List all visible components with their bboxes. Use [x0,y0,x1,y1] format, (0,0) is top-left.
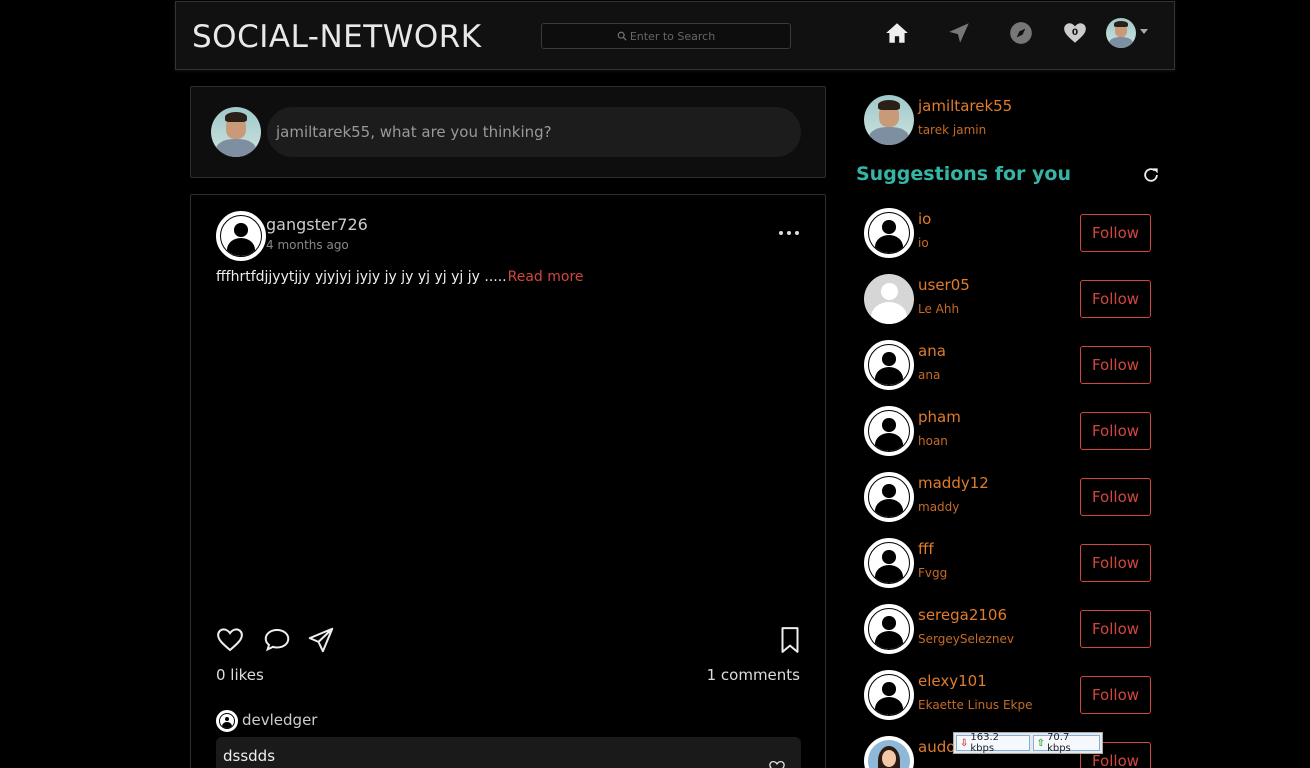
search-input[interactable]: Enter to Search [541,23,791,49]
suggestion-fullname: Ekaette Linus Ekpe [918,698,1033,712]
suggestion-item: user05 Le Ahh Follow [864,274,1154,334]
suggestion-item: elexy101 Ekaette Linus Ekpe Follow [864,670,1154,730]
suggestion-username[interactable]: fff [918,540,934,558]
suggestion-username[interactable]: io [918,210,931,228]
upload-speed: ⇧ 70.7 kbps [1032,732,1100,754]
more-icon[interactable] [779,223,799,243]
read-more-link[interactable]: Read more [508,269,584,285]
avatar[interactable] [864,670,914,720]
comment-bubble: dssdds [216,737,801,768]
home-icon[interactable] [883,19,911,47]
share-icon[interactable] [306,625,336,655]
suggestion-fullname: hoan [918,434,948,448]
notification-count: 0 [1071,28,1079,38]
avatar[interactable] [864,406,914,456]
composer-input[interactable]: jamiltarek55, what are you thinking? [267,107,801,157]
suggestion-fullname: maddy [918,500,960,514]
like-count[interactable]: 0 likes [216,666,264,684]
refresh-icon[interactable] [1141,165,1161,185]
comment-author-name[interactable]: devledger [242,711,317,729]
suggestion-item: io io Follow [864,208,1154,268]
current-user-name[interactable]: jamiltarek55 [918,97,1012,115]
suggestion-username[interactable]: pham [918,408,961,426]
send-icon[interactable] [945,19,973,47]
network-monitor: ⇩ 163.2 kbps ⇧ 70.7 kbps [953,732,1103,754]
post-body: fffhrtfdjjyytjjy yjyjyj jyjy jy jy yj yj… [216,269,584,285]
suggestion-item: pham hoan Follow [864,406,1154,466]
suggestion-item: ana ana Follow [864,340,1154,400]
caret-down-icon[interactable] [1140,29,1148,34]
post-composer: jamiltarek55, what are you thinking? [190,86,826,178]
post-author-avatar[interactable] [216,211,266,261]
comment-like-icon[interactable] [768,759,786,768]
suggestion-fullname: ana [918,368,941,382]
search-icon [617,31,627,41]
avatar[interactable] [864,340,914,390]
follow-button[interactable]: Follow [1080,610,1151,648]
post-time: 4 months ago [266,238,349,252]
suggestion-username[interactable]: audo [918,738,955,756]
suggestion-item: fff Fvgg Follow [864,538,1154,598]
post-author-name[interactable]: gangster726 [266,215,368,234]
follow-button[interactable]: Follow [1080,346,1151,384]
follow-button[interactable]: Follow [1080,214,1151,252]
follow-button[interactable]: Follow [1080,478,1151,516]
avatar[interactable] [864,604,914,654]
suggestion-username[interactable]: ana [918,342,946,360]
suggestion-fullname: io [918,236,929,250]
top-navbar: SOCIAL-NETWORK Enter to Search 0 [175,1,1175,70]
suggestion-username[interactable]: elexy101 [918,672,987,690]
post-card: gangster726 4 months ago fffhrtfdjjyytjj… [190,194,826,768]
follow-button[interactable]: Follow [1080,544,1151,582]
comment-author-avatar [216,710,238,732]
suggestion-item: maddy12 maddy Follow [864,472,1154,532]
suggestion-fullname: Le Ahh [918,302,960,316]
search-placeholder: Enter to Search [629,29,716,43]
suggestion-item: serega2106 SergeySeleznev Follow [864,604,1154,664]
avatar[interactable] [864,736,914,768]
upload-arrow-icon: ⇧ [1036,737,1046,749]
post-text: fffhrtfdjjyytjjy yjyjyj jyjy jy jy yj yj… [216,269,507,285]
brand-logo[interactable]: SOCIAL-NETWORK [192,19,482,55]
like-icon[interactable] [215,625,245,655]
comment-count[interactable]: 1 comments [707,666,800,684]
current-user-fullname: tarek jamin [918,123,987,137]
comment-text: dssdds [223,747,276,765]
avatar[interactable] [864,538,914,588]
download-arrow-icon: ⇩ [960,737,969,749]
compass-icon[interactable] [1007,19,1035,47]
avatar[interactable] [864,274,914,324]
avatar[interactable] [864,208,914,258]
suggestion-username[interactable]: maddy12 [918,474,989,492]
suggestion-username[interactable]: user05 [918,276,970,294]
comment-icon[interactable] [262,625,292,655]
bookmark-icon[interactable] [775,625,805,655]
avatar [211,107,261,157]
follow-button[interactable]: Follow [1080,412,1151,450]
download-speed: ⇩ 163.2 kbps [956,732,1030,754]
suggestion-username[interactable]: serega2106 [918,606,1007,624]
suggestions-title: Suggestions for you [856,163,1071,185]
suggestion-fullname: SergeySeleznev [918,632,1014,646]
avatar[interactable] [864,472,914,522]
follow-button[interactable]: Follow [1080,280,1151,318]
current-user-avatar[interactable] [864,95,914,145]
suggestion-fullname: Fvgg [918,566,948,580]
profile-avatar[interactable] [1106,18,1136,48]
follow-button[interactable]: Follow [1080,676,1151,714]
heart-icon[interactable]: 0 [1061,19,1089,47]
